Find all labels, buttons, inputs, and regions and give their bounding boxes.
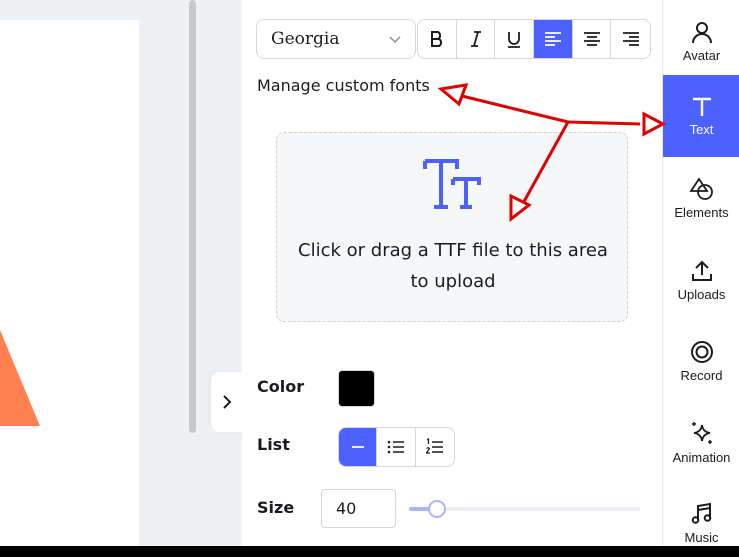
- sidebar-item-label: Elements: [674, 204, 729, 220]
- record-icon: [690, 340, 713, 363]
- bold-icon: [430, 31, 442, 47]
- align-center-icon: [583, 32, 600, 46]
- align-right-icon: [622, 32, 639, 46]
- bulleted-list-icon: [387, 440, 405, 454]
- upload-icon: [691, 260, 712, 281]
- size-input[interactable]: 40: [321, 489, 396, 528]
- numbered-list-icon: [425, 438, 443, 454]
- font-family-value: Georgia: [271, 29, 340, 49]
- list-numbered-button[interactable]: [415, 428, 454, 466]
- sidebar-item-label: Avatar: [682, 47, 721, 63]
- font-upload-dropzone[interactable]: Click or drag a TTF file to this area to…: [276, 132, 628, 322]
- text-style-toolbar: [417, 19, 651, 59]
- text-icon: [692, 97, 711, 116]
- sidebar-item-text[interactable]: Text: [663, 75, 739, 157]
- chevron-down-icon: [389, 36, 401, 44]
- size-slider-thumb[interactable]: [427, 500, 446, 518]
- underline-button[interactable]: [495, 20, 535, 58]
- sidebar-item-label: Text: [689, 121, 714, 137]
- canvas-page[interactable]: [0, 20, 139, 546]
- sidebar-item-label: Uploads: [677, 286, 726, 302]
- align-center-button[interactable]: [572, 20, 612, 58]
- font-family-select[interactable]: Georgia: [256, 19, 416, 59]
- text-panel: Georgia Manage custom fonts Click or dra…: [242, 0, 662, 546]
- color-label: Color: [257, 377, 305, 396]
- right-sidebar: Avatar Text Elements Uploads Record Anim…: [662, 0, 739, 546]
- underline-icon: [508, 32, 521, 48]
- dash-icon: [351, 446, 364, 448]
- list-none-button[interactable]: [339, 428, 378, 466]
- sidebar-item-label: Music: [684, 529, 719, 545]
- align-left-icon: [544, 32, 561, 46]
- italic-button[interactable]: [456, 20, 496, 58]
- music-note-icon: [691, 502, 711, 524]
- align-right-button[interactable]: [611, 20, 650, 58]
- collapse-panel-button[interactable]: [211, 372, 242, 432]
- person-icon: [691, 21, 712, 43]
- italic-icon: [470, 31, 481, 47]
- canvas-area: [0, 0, 242, 546]
- upload-instructions: Click or drag a TTF file to this area to…: [298, 240, 608, 292]
- size-label: Size: [257, 498, 295, 517]
- sparkle-icon: [691, 421, 712, 444]
- sidebar-item-label: Record: [680, 367, 723, 383]
- canvas-scrollbar[interactable]: [189, 0, 196, 433]
- sidebar-item-animation[interactable]: Animation: [663, 401, 739, 483]
- text-tt-icon: [423, 159, 481, 209]
- manage-custom-fonts-link[interactable]: Manage custom fonts: [257, 76, 430, 95]
- chevron-right-icon: [222, 395, 231, 409]
- shapes-icon: [688, 176, 713, 200]
- color-swatch[interactable]: [338, 370, 375, 407]
- size-slider[interactable]: [409, 500, 640, 518]
- sidebar-item-avatar[interactable]: Avatar: [663, 0, 739, 82]
- list-label: List: [257, 435, 290, 454]
- sidebar-item-label: Animation: [672, 449, 731, 465]
- align-left-button[interactable]: [534, 20, 573, 58]
- list-style-toolbar: [338, 427, 455, 467]
- bold-button[interactable]: [418, 20, 457, 58]
- sidebar-item-elements[interactable]: Elements: [663, 157, 739, 239]
- bottom-bar: [0, 546, 739, 557]
- sidebar-item-record[interactable]: Record: [663, 320, 739, 402]
- list-bulleted-button[interactable]: [377, 428, 416, 466]
- sidebar-item-uploads[interactable]: Uploads: [663, 239, 739, 321]
